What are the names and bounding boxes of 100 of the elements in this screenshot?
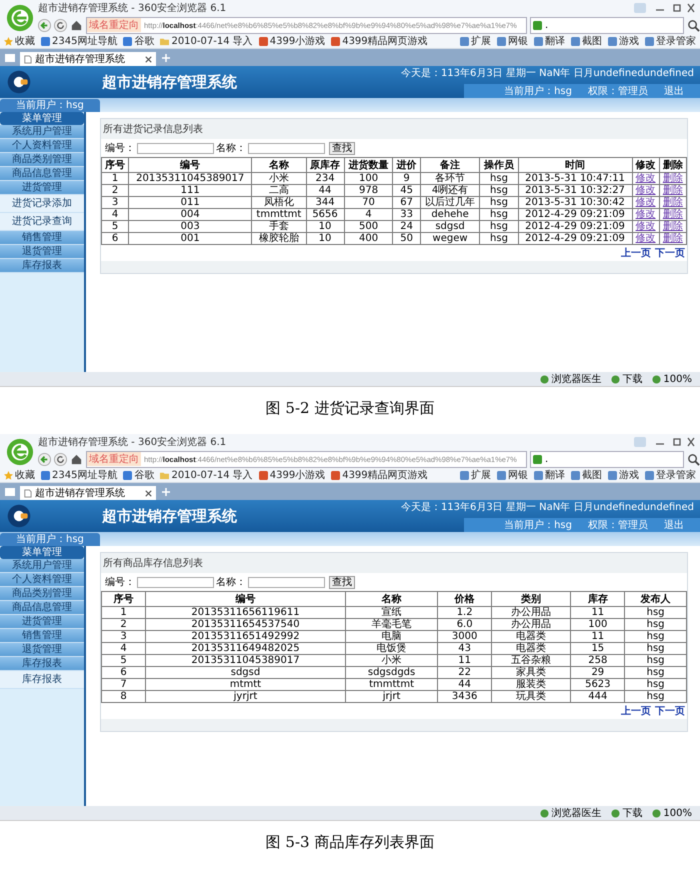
table-cell: hsg — [646, 630, 665, 642]
back-icon[interactable] — [38, 452, 51, 466]
table-cell: tmmttmt — [369, 678, 414, 690]
table-cell: 4 — [365, 208, 372, 220]
bookmark-link[interactable]: 谷歌 — [123, 468, 154, 482]
menu-item[interactable]: 个人资料管理 — [0, 139, 84, 153]
pager-link[interactable]: 上一页 — [621, 706, 651, 717]
close-icon[interactable] — [144, 54, 153, 64]
toolbar-button[interactable]: 游戏 — [608, 34, 639, 48]
menu-item[interactable]: 库存报表 — [0, 259, 84, 273]
app-logo-icon — [6, 69, 32, 95]
bookmark-link[interactable]: 4399精品网页游戏 — [331, 34, 428, 48]
table-cell: 011 — [180, 196, 200, 208]
input-field[interactable] — [248, 142, 325, 154]
toolbar-button[interactable]: 扩展 — [460, 34, 491, 48]
bookmark-link[interactable]: 2010-07-14 导入 — [160, 468, 253, 482]
bookmark-link[interactable]: 2345网址导航 — [41, 34, 118, 48]
toolbar-button[interactable]: 游戏 — [608, 468, 639, 482]
bookmark-link[interactable]: 4399小游戏 — [258, 34, 326, 48]
menu-item[interactable]: 商品类别管理 — [0, 153, 84, 167]
bookmark-link[interactable]: 收藏 — [4, 34, 35, 48]
status-item[interactable]: 浏览器医生 — [540, 806, 602, 820]
close-icon[interactable] — [144, 488, 153, 498]
status-item[interactable]: 下载 — [611, 806, 642, 820]
table-cell: 100 — [358, 172, 378, 184]
bookmark-link[interactable]: 4399小游戏 — [258, 468, 326, 482]
logout-link[interactable]: 退出 — [664, 84, 684, 98]
table-cell: 6.0 — [456, 618, 473, 630]
refresh-icon[interactable] — [54, 18, 67, 32]
status-item[interactable]: 浏览器医生 — [540, 372, 602, 386]
input-field[interactable] — [137, 142, 214, 154]
pager-link[interactable]: 上一页 — [621, 248, 651, 259]
search-button[interactable]: 查找 — [329, 142, 355, 154]
toolbar-button[interactable]: 登录管家 — [645, 34, 696, 48]
menu-item[interactable]: 退货管理 — [0, 245, 84, 259]
sidebar-toggle-icon[interactable] — [4, 486, 16, 498]
table-cell: hsg — [490, 232, 508, 244]
refresh-icon[interactable] — [54, 452, 67, 466]
status-icon — [540, 374, 550, 384]
bookmark-link[interactable]: 2010-07-14 导入 — [160, 34, 253, 48]
menu-header[interactable]: 菜单管理 — [0, 546, 84, 559]
menu-item[interactable]: 商品信息管理 — [0, 601, 84, 615]
table-cell: hsg — [490, 184, 508, 196]
pager-link[interactable]: 下一页 — [655, 248, 685, 259]
sidebar-toggle-icon[interactable] — [4, 52, 16, 64]
input-field[interactable] — [248, 576, 325, 588]
menu-item[interactable]: 退货管理 — [0, 643, 84, 657]
table-cell: 2 — [112, 184, 118, 196]
toolbar-button[interactable]: 截图 — [571, 34, 602, 48]
menu-item[interactable]: 系统用户管理 — [0, 559, 84, 573]
bookmark-link[interactable]: 4399精品网页游戏 — [331, 468, 428, 482]
toolbar-button[interactable]: 截图 — [571, 468, 602, 482]
search-button[interactable]: 查找 — [329, 576, 355, 588]
logout-link[interactable]: 退出 — [664, 518, 684, 532]
table-cell: 11 — [591, 630, 604, 642]
toolbar-button[interactable]: 扩展 — [460, 468, 491, 482]
menu-header[interactable]: 菜单管理 — [0, 112, 84, 125]
menu-item[interactable]: 商品类别管理 — [0, 587, 84, 601]
search-field[interactable]: . — [530, 16, 684, 34]
table-cell: 1 — [120, 606, 127, 618]
menu-item[interactable]: 进货管理 — [0, 615, 84, 629]
toolbar-button[interactable]: 翻译 — [534, 34, 565, 48]
search-icon[interactable] — [687, 18, 700, 32]
table-cell: 宣纸 — [382, 606, 402, 618]
back-icon[interactable] — [38, 18, 51, 32]
menu-item[interactable]: 系统用户管理 — [0, 125, 84, 139]
status-item[interactable]: 100% — [652, 808, 692, 818]
menu-item[interactable]: 库存报表 — [0, 657, 84, 671]
menu-item[interactable]: 商品信息管理 — [0, 167, 84, 181]
toolbar-button[interactable]: 网银 — [497, 468, 528, 482]
toolbar-button[interactable]: 网银 — [497, 34, 528, 48]
menu-item[interactable]: 进货记录查询 — [0, 213, 84, 231]
search-field[interactable]: . — [530, 450, 684, 468]
bookmark-link[interactable]: 2345网址导航 — [41, 468, 118, 482]
status-item[interactable]: 100% — [652, 374, 692, 384]
browser-tab[interactable]: 超市进销存管理系统 — [20, 52, 156, 66]
menu-item[interactable]: 进货记录添加 — [0, 195, 84, 213]
home-icon[interactable] — [70, 18, 83, 32]
bookmark-link[interactable]: 谷歌 — [123, 34, 154, 48]
menu-item[interactable]: 个人资料管理 — [0, 573, 84, 587]
table-cell: 43 — [458, 642, 472, 654]
input-field[interactable] — [137, 576, 214, 588]
bookmark-link[interactable]: 收藏 — [4, 468, 35, 482]
site-icon — [41, 36, 50, 46]
table-cell: 6 — [112, 232, 118, 244]
menu-item[interactable]: 销售管理 — [0, 629, 84, 643]
table-cell: 以后过几年 — [425, 196, 476, 208]
browser-tab[interactable]: 超市进销存管理系统 — [20, 486, 156, 500]
menu-item[interactable]: 进货管理 — [0, 181, 84, 195]
menu-item[interactable]: 销售管理 — [0, 231, 84, 245]
toolbar-button[interactable]: 翻译 — [534, 468, 565, 482]
table-cell: sdgsd — [230, 666, 260, 678]
toolbar-button[interactable]: 登录管家 — [645, 468, 696, 482]
app-title: 超市进销存管理系统 — [102, 72, 238, 92]
table-cell: 20135311651492992 — [191, 630, 300, 642]
status-item[interactable]: 下载 — [611, 372, 642, 386]
table-cell: hsg — [646, 690, 665, 702]
home-icon[interactable] — [70, 452, 83, 466]
search-icon[interactable] — [687, 452, 700, 466]
pager-link[interactable]: 下一页 — [655, 706, 685, 717]
